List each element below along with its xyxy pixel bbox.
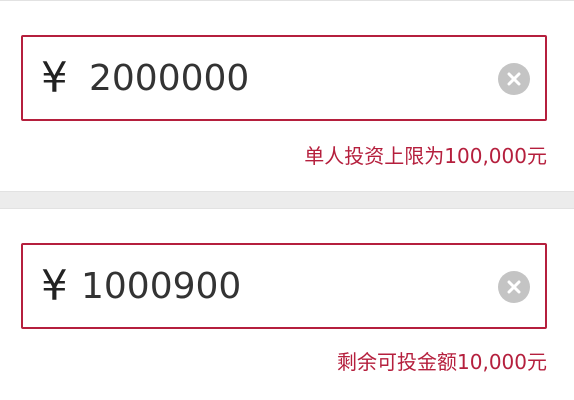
remaining-amount-hint: 剩余可投金额10,000元 <box>337 350 547 374</box>
currency-symbol: ¥ <box>41 53 68 102</box>
clear-button[interactable] <box>498 63 530 95</box>
clear-button[interactable] <box>498 271 530 303</box>
investment-limit-hint: 单人投资上限为100,000元 <box>304 144 547 168</box>
remaining-amount-panel: ¥ 剩余可投金额10,000元 <box>0 208 574 400</box>
remaining-amount-input[interactable] <box>81 263 461 311</box>
remaining-amount-field[interactable]: ¥ <box>21 243 547 329</box>
investment-amount-panel: ¥ 单人投资上限为100,000元 <box>0 0 574 192</box>
clear-circle-icon <box>507 72 521 86</box>
clear-circle-icon <box>507 280 521 294</box>
currency-symbol: ¥ <box>41 261 68 310</box>
investment-amount-input[interactable] <box>89 55 469 103</box>
investment-amount-field[interactable]: ¥ <box>21 35 547 121</box>
